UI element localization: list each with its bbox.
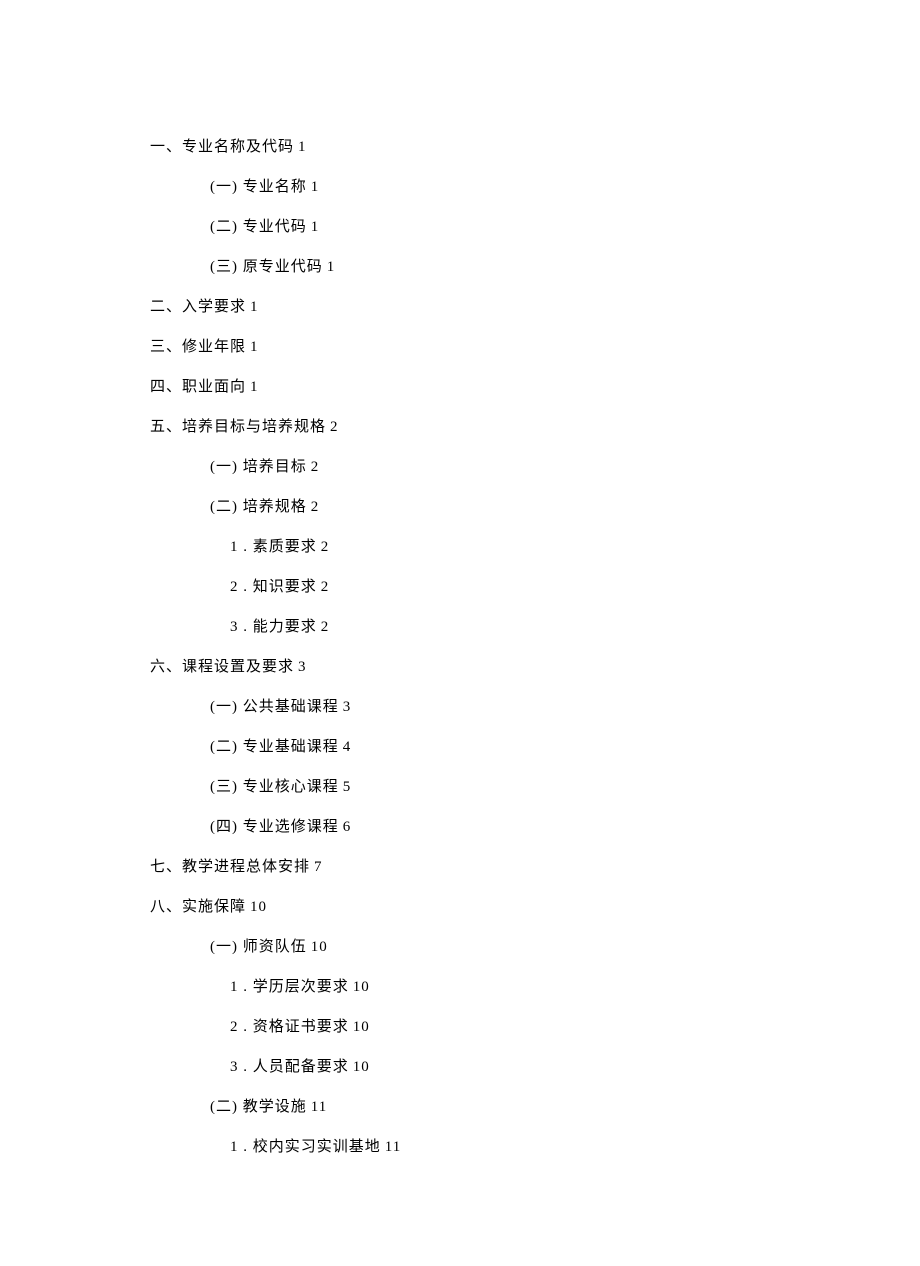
- toc-entry-text: 七、教学进程总体安排: [150, 859, 310, 875]
- toc-entry: (二) 专业基础课程4: [210, 740, 770, 755]
- toc-entry-text: 1 . 学历层次要求: [230, 979, 349, 995]
- toc-entry: 八、实施保障10: [150, 900, 770, 915]
- toc-entry-text: (二) 专业基础课程: [210, 739, 339, 755]
- toc-entry: 2 . 知识要求2: [230, 580, 770, 595]
- toc-entry-page: 2: [311, 459, 320, 475]
- toc-entry-page: 11: [311, 1099, 327, 1115]
- toc-entry-text: 六、课程设置及要求: [150, 659, 294, 675]
- toc-entry-page: 2: [321, 579, 330, 595]
- toc-entry-page: 10: [250, 899, 267, 915]
- toc-entry-text: 1 . 校内实习实训基地: [230, 1139, 381, 1155]
- toc-entry-text: 2 . 知识要求: [230, 579, 317, 595]
- toc-entry-text: 三、修业年限: [150, 339, 246, 355]
- toc-entry-text: 八、实施保障: [150, 899, 246, 915]
- toc-entry-page: 2: [311, 499, 320, 515]
- toc-entry: 1 . 素质要求2: [230, 540, 770, 555]
- toc-entry-text: 1 . 素质要求: [230, 539, 317, 555]
- toc-entry-text: (二) 专业代码: [210, 219, 307, 235]
- toc-entry-text: (四) 专业选修课程: [210, 819, 339, 835]
- toc-entry-text: (一) 师资队伍: [210, 939, 307, 955]
- toc-entry-page: 7: [314, 859, 323, 875]
- toc-entry: (一) 专业名称1: [210, 180, 770, 195]
- toc-entry-page: 1: [298, 139, 307, 155]
- toc-entry: (二) 专业代码1: [210, 220, 770, 235]
- toc-entry-page: 2: [321, 539, 330, 555]
- toc-entry-text: 3 . 人员配备要求: [230, 1059, 349, 1075]
- toc-entry-page: 4: [343, 739, 352, 755]
- toc-entry: 七、教学进程总体安排7: [150, 860, 770, 875]
- toc-entry-text: 2 . 资格证书要求: [230, 1019, 349, 1035]
- toc-entry-text: 二、入学要求: [150, 299, 246, 315]
- toc-entry-page: 10: [353, 979, 370, 995]
- toc-entry: 1 . 学历层次要求10: [230, 980, 770, 995]
- toc-entry: 1 . 校内实习实训基地11: [230, 1140, 770, 1155]
- toc-entry: 2 . 资格证书要求10: [230, 1020, 770, 1035]
- toc-entry-page: 2: [321, 619, 330, 635]
- toc-entry-page: 10: [311, 939, 328, 955]
- toc-entry: 六、课程设置及要求3: [150, 660, 770, 675]
- toc-entry: 五、培养目标与培养规格2: [150, 420, 770, 435]
- toc-entry: (一) 公共基础课程3: [210, 700, 770, 715]
- toc-entry-page: 10: [353, 1059, 370, 1075]
- toc-entry-text: (二) 培养规格: [210, 499, 307, 515]
- toc-entry: (一) 培养目标2: [210, 460, 770, 475]
- toc-entry-text: (一) 专业名称: [210, 179, 307, 195]
- toc-entry-text: 3 . 能力要求: [230, 619, 317, 635]
- toc-entry-text: (一) 公共基础课程: [210, 699, 339, 715]
- toc-entry: (四) 专业选修课程6: [210, 820, 770, 835]
- toc-entry-page: 1: [311, 219, 320, 235]
- toc-entry-page: 6: [343, 819, 352, 835]
- toc-entry-page: 1: [250, 379, 259, 395]
- toc-entry: 二、入学要求1: [150, 300, 770, 315]
- toc-entry-page: 1: [327, 259, 336, 275]
- toc-entry-page: 3: [298, 659, 307, 675]
- toc-entry: (二) 教学设施11: [210, 1100, 770, 1115]
- toc-entry: 四、职业面向1: [150, 380, 770, 395]
- toc-entry-text: (二) 教学设施: [210, 1099, 307, 1115]
- toc-entry: (三) 原专业代码1: [210, 260, 770, 275]
- toc-entry-page: 1: [250, 339, 259, 355]
- toc-entry-text: (三) 原专业代码: [210, 259, 323, 275]
- toc-entry-page: 11: [385, 1139, 401, 1155]
- toc-entry: 一、专业名称及代码1: [150, 140, 770, 155]
- toc-entry: 三、修业年限1: [150, 340, 770, 355]
- toc-entry-text: 四、职业面向: [150, 379, 246, 395]
- toc-entry-page: 5: [343, 779, 352, 795]
- table-of-contents: 一、专业名称及代码1(一) 专业名称1(二) 专业代码1(三) 原专业代码1二、…: [150, 140, 770, 1155]
- toc-entry-page: 10: [353, 1019, 370, 1035]
- toc-entry: (二) 培养规格2: [210, 500, 770, 515]
- toc-entry: (一) 师资队伍10: [210, 940, 770, 955]
- toc-entry-text: (三) 专业核心课程: [210, 779, 339, 795]
- toc-entry-page: 3: [343, 699, 352, 715]
- toc-entry-text: 一、专业名称及代码: [150, 139, 294, 155]
- toc-entry: 3 . 人员配备要求10: [230, 1060, 770, 1075]
- toc-entry: (三) 专业核心课程5: [210, 780, 770, 795]
- toc-entry-page: 1: [250, 299, 259, 315]
- toc-entry-page: 1: [311, 179, 320, 195]
- toc-entry-page: 2: [330, 419, 339, 435]
- toc-entry-text: 五、培养目标与培养规格: [150, 419, 326, 435]
- toc-entry-text: (一) 培养目标: [210, 459, 307, 475]
- toc-entry: 3 . 能力要求2: [230, 620, 770, 635]
